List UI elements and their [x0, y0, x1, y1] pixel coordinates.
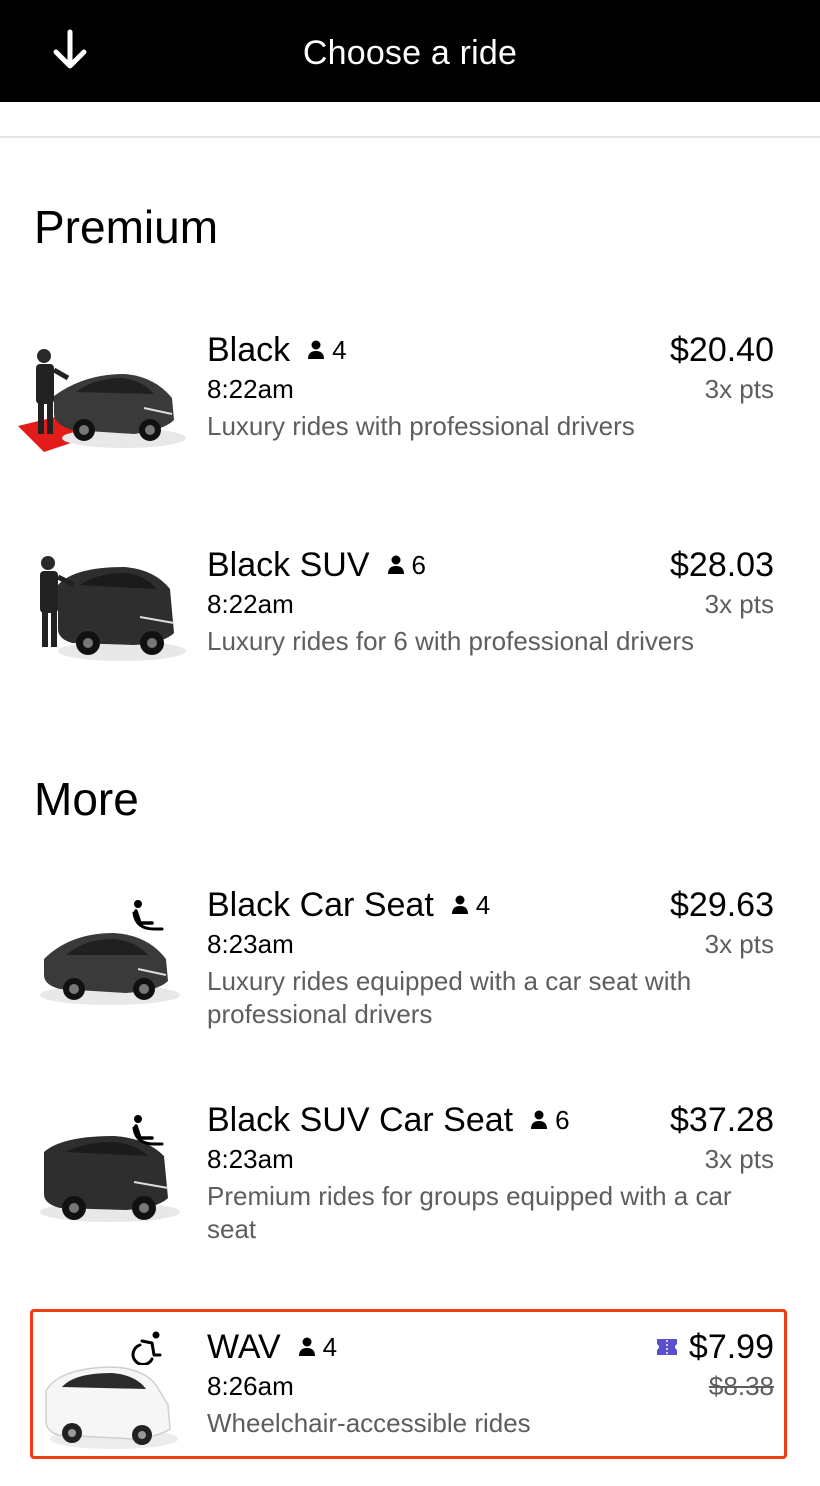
ride-price: $20.40: [670, 330, 774, 369]
ride-price: $37.28: [670, 1100, 774, 1139]
points: 3x pts: [704, 589, 774, 619]
capacity: 4: [297, 1332, 337, 1363]
arrival-time: 8:23am: [207, 1144, 294, 1174]
arrival-time: 8:26am: [207, 1371, 294, 1401]
arrival-time: 8:23am: [207, 929, 294, 959]
ride-name: Black: [207, 330, 291, 369]
promo-ticket-icon: [656, 1339, 677, 1355]
ride-option-black-suv-car-seat[interactable]: Black SUV Car Seat 6 8:23am Premium ride…: [0, 1100, 820, 1260]
black-suv-chauffeur-image: [40, 556, 186, 661]
capacity-count: 6: [411, 549, 426, 580]
ride-price: $7.99: [688, 1327, 774, 1366]
original-price: $8.38: [708, 1371, 774, 1401]
ride-description: Luxury rides for 6 with professional dri…: [207, 626, 694, 656]
list-divider: [0, 102, 820, 138]
ride-description: Wheelchair-accessible rides: [207, 1408, 531, 1438]
person-icon: [308, 340, 325, 359]
car-seat-icon: [132, 900, 164, 931]
points: 3x pts: [704, 1144, 774, 1174]
black-car-chauffeur-image: [18, 349, 186, 452]
ride-name: Black SUV: [207, 545, 370, 584]
person-icon: [387, 555, 404, 574]
ride-name: WAV: [207, 1327, 281, 1366]
capacity: 4: [450, 890, 490, 921]
person-icon: [298, 1337, 315, 1356]
ride-option-black[interactable]: Black 4 8:22am Luxury rides with profess…: [0, 330, 820, 460]
capacity-count: 4: [332, 334, 347, 365]
wheelchair-icon: [131, 1331, 162, 1365]
top-bar: Choose a ride: [0, 0, 820, 102]
ride-option-black-suv[interactable]: Black SUV 6 8:22am Luxury rides for 6 wi…: [0, 545, 820, 675]
arrival-time: 8:22am: [207, 589, 294, 619]
person-icon: [451, 895, 468, 914]
capacity-count: 6: [555, 1104, 570, 1135]
arrival-time: 8:22am: [207, 374, 294, 404]
car-seat-icon: [132, 1115, 164, 1146]
capacity-count: 4: [322, 1331, 338, 1362]
ride-name: Black SUV Car Seat: [207, 1100, 514, 1139]
ride-description: Premium rides for groups equipped with a…: [207, 1181, 732, 1244]
capacity-count: 4: [475, 889, 491, 920]
ride-name: Black Car Seat: [207, 885, 434, 924]
ride-description: Luxury rides with professional drivers: [207, 411, 635, 441]
ride-price: $29.63: [670, 885, 774, 924]
points: 3x pts: [704, 929, 774, 959]
ride-description: Luxury rides equipped with a car seat wi…: [207, 966, 692, 1029]
capacity: 6: [529, 1104, 570, 1136]
clipped-text-fragment: [214, 102, 234, 106]
section-title-premium: Premium: [34, 201, 219, 253]
capacity: 6: [386, 550, 426, 581]
person-icon: [531, 1110, 548, 1129]
ride-option-black-car-seat[interactable]: Black Car Seat 4 8:23am Luxury rides equ…: [0, 885, 820, 1045]
section-title-more: More: [34, 773, 139, 825]
page-title: Choose a ride: [302, 34, 518, 72]
points: 3x pts: [704, 374, 774, 404]
ride-price: $28.03: [670, 545, 774, 584]
capacity: 4: [306, 334, 347, 366]
ride-option-wav[interactable]: WAV 4 8:26am Wheelchair-accessible rides…: [0, 1327, 820, 1457]
